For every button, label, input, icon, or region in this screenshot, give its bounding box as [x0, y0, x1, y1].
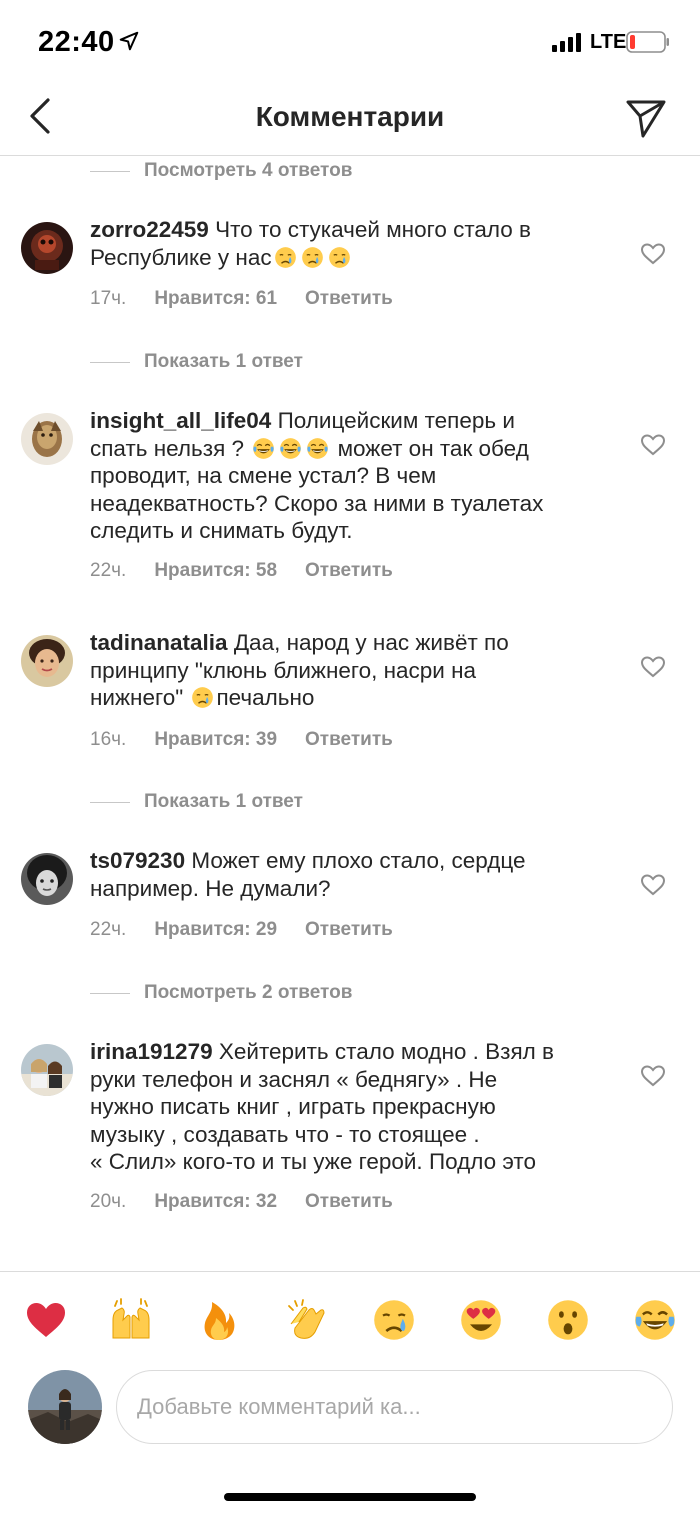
- comment-username[interactable]: irina191279: [90, 1039, 213, 1064]
- avatar[interactable]: [21, 853, 73, 905]
- comment-meta: 17ч. Нравится: 61 Ответить: [90, 288, 393, 310]
- comment-time: 22ч.: [90, 919, 127, 940]
- comment-meta: 22ч. Нравится: 58 Ответить: [90, 560, 393, 582]
- tears-of-joy-emoji-button[interactable]: [633, 1298, 677, 1342]
- location-arrow-icon: [119, 31, 139, 51]
- surprised-face-emoji-button[interactable]: [546, 1298, 590, 1342]
- heart-outline-icon[interactable]: [640, 873, 666, 897]
- heart-outline-icon[interactable]: [640, 242, 666, 266]
- status-time: 22:40: [38, 26, 115, 58]
- divider-line: [90, 361, 130, 363]
- fire-emoji-button[interactable]: [197, 1298, 241, 1342]
- comment-likes[interactable]: Нравится: 29: [154, 919, 277, 941]
- page-title: Комментарии: [255, 101, 445, 132]
- comment-meta: 20ч. Нравится: 32 Ответить: [90, 1191, 393, 1213]
- view-replies-button[interactable]: Посмотреть 4 ответов: [90, 157, 352, 186]
- tears-of-joy-icon: [306, 437, 329, 460]
- header-bar: Комментарии: [0, 86, 700, 156]
- comment-username[interactable]: ts079230: [90, 848, 185, 873]
- divider-line: [90, 801, 130, 803]
- comment-time: 17ч.: [90, 288, 127, 309]
- avatar[interactable]: [21, 222, 73, 274]
- crying-face-icon: [191, 686, 214, 709]
- avatar[interactable]: [21, 1044, 73, 1096]
- battery-low-icon: [626, 31, 669, 53]
- reply-button[interactable]: Ответить: [305, 1191, 393, 1213]
- crying-face-icon: [274, 246, 297, 269]
- crying-face-emoji-button[interactable]: [372, 1298, 416, 1342]
- comment-meta: 16ч. Нравится: 39 Ответить: [90, 729, 393, 751]
- quick-emoji-bar: [0, 1271, 700, 1366]
- comment-time: 22ч.: [90, 560, 127, 581]
- comment-time: 20ч.: [90, 1191, 127, 1212]
- clapping-hands-emoji-button[interactable]: [285, 1298, 329, 1342]
- comment-likes[interactable]: Нравится: 39: [154, 729, 277, 751]
- heart-outline-icon[interactable]: [640, 655, 666, 679]
- reply-button[interactable]: Ответить: [305, 919, 393, 941]
- comment-text: ts079230 Может ему плохо стало, сердце н…: [90, 848, 526, 901]
- raised-hands-emoji-button[interactable]: [109, 1298, 153, 1342]
- home-indicator: [224, 1493, 476, 1501]
- crying-face-icon: [301, 246, 324, 269]
- divider-line: [90, 170, 130, 172]
- comment-text: tadinanatalia Даа, народ у нас живёт по …: [90, 630, 509, 710]
- avatar[interactable]: [21, 413, 73, 465]
- view-replies-label: Посмотреть 2 ответов: [144, 982, 353, 1003]
- avatar[interactable]: [21, 635, 73, 687]
- view-replies-label: Показать 1 ответ: [144, 791, 303, 812]
- comment-likes[interactable]: Нравится: 61: [154, 288, 277, 310]
- view-replies-button[interactable]: Показать 1 ответ: [90, 347, 303, 377]
- comments-list[interactable]: Посмотреть 4 ответов zorro22459 Что то с…: [0, 157, 700, 1270]
- reply-button[interactable]: Ответить: [305, 288, 393, 310]
- comment-meta: 22ч. Нравится: 29 Ответить: [90, 919, 393, 941]
- network-type: LTE: [590, 31, 627, 53]
- comment-text: insight_all_life04 Полицейским теперь и …: [90, 408, 544, 543]
- crying-face-icon: [328, 246, 351, 269]
- reply-button[interactable]: Ответить: [305, 729, 393, 751]
- divider-line: [90, 992, 130, 994]
- view-replies-label: Показать 1 ответ: [144, 351, 303, 372]
- comment-composer: [0, 1366, 700, 1456]
- signal-bars-icon: [552, 33, 581, 52]
- reply-button[interactable]: Ответить: [305, 560, 393, 582]
- tears-of-joy-icon: [252, 437, 275, 460]
- comment-text: zorro22459 Что то стукачей много стало в…: [90, 217, 531, 270]
- heart-outline-icon[interactable]: [640, 1064, 666, 1088]
- view-replies-button[interactable]: Показать 1 ответ: [90, 787, 303, 817]
- comment-text: irina191279 Хейтерить стало модно . Взял…: [90, 1039, 555, 1174]
- comment-input[interactable]: [116, 1370, 673, 1444]
- tears-of-joy-icon: [279, 437, 302, 460]
- status-bar: 22:40 LTE: [0, 0, 700, 86]
- comment-likes[interactable]: Нравится: 32: [154, 1191, 277, 1213]
- view-replies-label: Посмотреть 4 ответов: [144, 160, 353, 181]
- view-replies-button[interactable]: Посмотреть 2 ответов: [90, 978, 352, 1008]
- comment-username[interactable]: insight_all_life04: [90, 408, 271, 433]
- comment-username[interactable]: tadinanatalia: [90, 630, 228, 655]
- comment-likes[interactable]: Нравится: 58: [154, 560, 277, 582]
- comment-username[interactable]: zorro22459: [90, 217, 209, 242]
- red-heart-emoji-button[interactable]: [24, 1298, 68, 1342]
- send-button[interactable]: [624, 96, 668, 140]
- heart-outline-icon[interactable]: [640, 433, 666, 457]
- heart-eyes-emoji-button[interactable]: [459, 1298, 503, 1342]
- my-avatar[interactable]: [28, 1370, 102, 1444]
- comment-time: 16ч.: [90, 729, 127, 750]
